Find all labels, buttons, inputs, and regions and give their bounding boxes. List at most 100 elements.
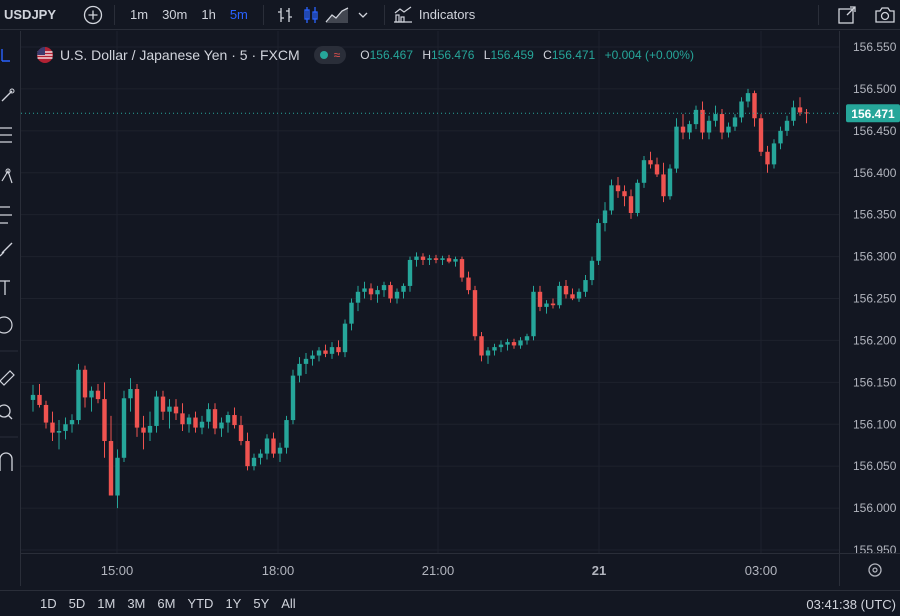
range-6m[interactable]: 6M [157,596,175,611]
ruler-tool-icon[interactable] [0,370,15,386]
candle-body [290,375,296,421]
symbol-title[interactable]: U.S. Dollar / Japanese Yen · 5 · FXCM [60,47,300,63]
magnet-tool-icon[interactable] [0,452,13,471]
candle-body [485,350,491,356]
symbol-search-button[interactable]: USDJPY [0,0,70,30]
candle-body [791,107,796,121]
candle-body [154,396,159,426]
wave-icon: ≈ [333,48,341,62]
range-5y[interactable]: 5Y [253,596,269,611]
open-label: O [360,48,370,62]
candle-body [115,457,120,496]
area-chart-icon[interactable] [324,2,350,28]
candle-body [661,174,666,197]
candle-body [765,151,770,165]
candle-body [56,430,62,433]
candle-body [277,447,283,454]
candle-body [206,409,211,422]
price-tick-label: 156.150 [853,375,897,389]
candle-body [394,291,400,299]
utc-clock[interactable]: 03:41:38 (UTC) [806,597,896,612]
top-toolbar: USDJPY 1m 30m 1h 5m Indicators [0,0,900,30]
candle-body [466,277,471,291]
toolbar-divider [383,4,385,25]
interval-30m[interactable]: 30m [155,7,194,22]
pattern-tool-icon[interactable] [1,168,13,184]
range-5d[interactable]: 5D [69,596,86,611]
candles-icon[interactable] [298,2,324,28]
candle-body [199,421,205,428]
forecast-tool-icon[interactable] [0,206,12,224]
interval-1h[interactable]: 1h [194,7,222,22]
candle-body [316,350,322,356]
range-1m[interactable]: 1M [97,596,115,611]
high-value: 156.476 [431,48,475,62]
candle-body [472,290,478,337]
candle-body [596,223,601,261]
price-tick-label: 156.000 [853,501,897,515]
candle-body [238,425,244,442]
candle-body [758,118,764,152]
interval-5m[interactable]: 5m [223,7,255,22]
time-tick-label: 15:00 [101,563,134,578]
candle-body [193,417,198,428]
range-1y[interactable]: 1Y [225,596,241,611]
candle-body [121,398,127,458]
close-value: 156.471 [551,48,596,62]
candle-body [323,350,328,354]
add-symbol-icon[interactable] [80,2,106,28]
zoom-tool-icon[interactable] [0,404,13,420]
candle-body [388,285,393,299]
interval-1m[interactable]: 1m [123,7,155,22]
candle-body [674,126,679,169]
candle-body [550,303,556,306]
camera-icon[interactable] [872,2,898,28]
low-value: 156.459 [490,48,534,62]
candle-body [459,259,465,278]
indicators-button[interactable]: Indicators [393,0,475,30]
candle-body [427,258,432,260]
candle-body [518,340,523,346]
candle-body [167,406,172,412]
time-tick-label: 03:00 [745,563,778,578]
candle-body [745,93,751,102]
candle-body [433,258,439,260]
candle-body [726,126,731,133]
candle-body [589,260,595,281]
fib-tool-icon[interactable] [0,127,12,143]
text-tool-icon[interactable] [0,280,10,295]
chart-canvas[interactable]: 156.550 156.500 156.450 156.400 156.350 156.3… [21,31,900,586]
chevron-down-icon[interactable] [350,2,376,28]
candle-body [706,120,712,133]
candle-body [134,389,140,428]
range-3m[interactable]: 3M [127,596,145,611]
range-ytd[interactable]: YTD [187,596,213,611]
candle-body [232,415,237,426]
trend-line-tool-icon[interactable] [1,88,15,102]
price-tick-label: 156.550 [853,40,897,54]
time-tick-label: 21:00 [422,563,455,578]
price-chart[interactable]: 156.550 156.500 156.450 156.400 156.350 156.3… [21,31,900,586]
candle-body [310,355,315,359]
candle-body [108,441,114,496]
brush-tool-icon[interactable] [0,242,13,257]
time-tick-label: 18:00 [262,563,295,578]
candle-body [368,288,374,295]
bar-style-icon[interactable] [272,2,298,28]
candle-body [693,109,699,125]
flag-icon [36,46,54,64]
candle-body [303,358,309,364]
candle-body [63,424,68,431]
market-status-pill[interactable]: ≈ [313,46,347,64]
candle-body [771,143,777,165]
settings-gear-icon[interactable] [868,563,882,577]
candle-body [141,427,146,433]
range-all[interactable]: All [281,596,295,611]
cursor-tool-icon[interactable] [1,49,10,62]
candle-body [804,112,809,114]
candle-body [446,258,452,262]
emoji-tool-icon[interactable] [0,316,13,334]
interval-group: 1m 30m 1h 5m [123,0,255,30]
range-1d[interactable]: 1D [40,596,57,611]
fullscreen-icon[interactable] [834,2,860,28]
